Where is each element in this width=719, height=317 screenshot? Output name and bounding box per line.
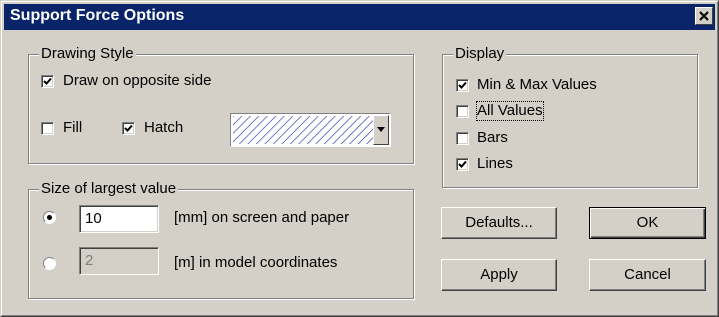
screen-size-label: [mm] on screen and paper (174, 209, 350, 226)
model-size-input[interactable]: 2 (79, 247, 159, 275)
drawing-style-legend: Drawing Style (39, 45, 136, 63)
all-values-checkbox[interactable] (456, 105, 469, 118)
checkmark-icon (458, 160, 467, 168)
close-button[interactable] (695, 7, 713, 25)
apply-button[interactable]: Apply (441, 259, 557, 291)
bars-checkbox[interactable] (456, 132, 469, 145)
screen-size-input[interactable]: 10 (79, 205, 159, 233)
all-values-label: All Values (476, 101, 544, 121)
cancel-button[interactable]: Cancel (589, 259, 706, 291)
hatch-checkbox[interactable] (122, 122, 135, 135)
draw-opposite-checkbox[interactable] (41, 75, 54, 88)
model-radio[interactable] (43, 257, 56, 270)
screen-radio[interactable] (43, 211, 56, 224)
lines-checkbox[interactable] (456, 158, 469, 171)
checkmark-icon (458, 81, 467, 89)
draw-opposite-label: Draw on opposite side (63, 72, 212, 89)
min-max-checkbox[interactable] (456, 79, 469, 92)
lines-label: Lines (477, 155, 513, 172)
hatch-label: Hatch (144, 119, 184, 136)
dialog-window: Support Force Options Drawing Style Draw… (0, 0, 719, 317)
checkmark-icon (124, 124, 133, 132)
checkmark-icon (43, 77, 52, 85)
fill-checkbox[interactable] (41, 122, 54, 135)
drawing-style-group: Drawing Style (28, 45, 414, 164)
min-max-label: Min & Max Values (477, 76, 597, 93)
fill-label: Fill (63, 119, 83, 136)
window-title: Support Force Options (10, 7, 185, 24)
radio-dot (47, 215, 52, 220)
model-size-label: [m] in model coordinates (174, 254, 338, 271)
size-legend: Size of largest value (39, 180, 179, 198)
display-legend: Display (453, 45, 507, 63)
close-icon (699, 11, 709, 21)
hatch-pattern-swatch (233, 116, 373, 144)
title-bar[interactable]: Support Force Options (4, 4, 715, 30)
dropdown-arrow-button[interactable] (373, 115, 389, 145)
hatch-pattern-dropdown[interactable] (230, 113, 391, 147)
defaults-button[interactable]: Defaults... (441, 207, 557, 239)
chevron-down-icon (377, 127, 385, 132)
ok-button[interactable]: OK (589, 207, 706, 239)
bars-label: Bars (477, 129, 508, 146)
